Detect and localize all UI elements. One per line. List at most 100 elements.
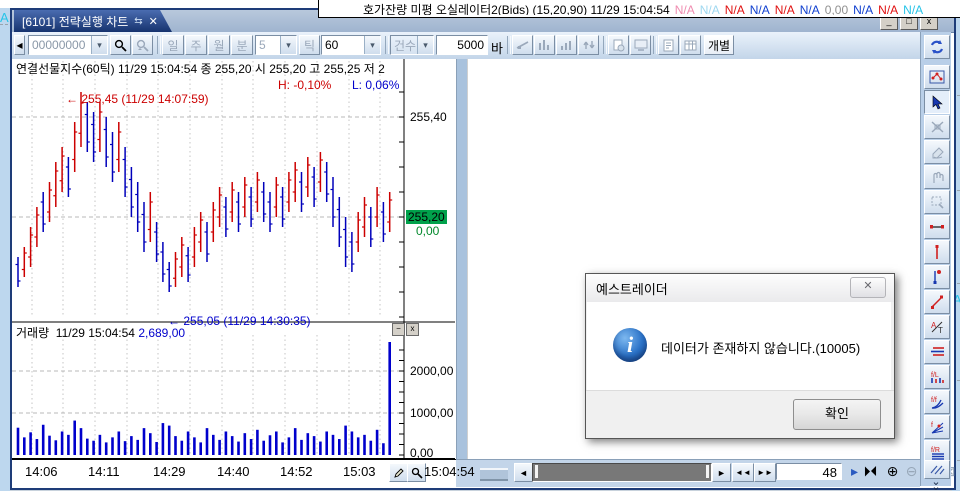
time-axis-label: 14:11 bbox=[88, 464, 120, 479]
chevron-down-icon[interactable]: ▾ bbox=[91, 36, 107, 54]
low-percent-label: L: 0,06% bbox=[352, 78, 399, 92]
report-button[interactable] bbox=[658, 35, 679, 55]
step-forward-icon[interactable]: ▸ bbox=[846, 464, 863, 480]
tab-close-icon[interactable]: ✕ bbox=[149, 15, 158, 28]
indicator-value: N/A bbox=[675, 3, 695, 15]
high-annotation-text: 255,45 (11/29 14:07:59) bbox=[81, 92, 208, 106]
draw-tool-icon bbox=[516, 39, 530, 51]
collapse-left-button[interactable]: ◂ bbox=[14, 35, 25, 55]
eraser-off-icon bbox=[930, 145, 945, 159]
trendline-icon bbox=[929, 222, 945, 232]
indicator-label: 호가잔량 미평 오실레이터2(Bids) (15,20,90) 11/29 15… bbox=[363, 3, 670, 15]
scrollbar-track[interactable] bbox=[532, 463, 712, 482]
toolbar-separator bbox=[653, 36, 657, 54]
price-volume-chart-pane: 연결선물지수(60틱) 11/29 15:04:54 종 255,20 시 25… bbox=[12, 59, 456, 486]
period-week-button[interactable]: 주 bbox=[185, 35, 207, 55]
chevron-down-icon[interactable]: ▾ bbox=[417, 36, 433, 54]
dialog-close-button[interactable]: ✕ bbox=[850, 277, 886, 298]
price-axis-label: 255,40 bbox=[410, 110, 447, 124]
period-month-button[interactable]: 월 bbox=[208, 35, 230, 55]
scroll-right-button[interactable]: ► bbox=[712, 463, 731, 482]
dialog-titlebar[interactable]: 예스트레이더 bbox=[586, 274, 894, 302]
individual-button[interactable]: 개별 bbox=[704, 35, 734, 55]
cursor-tool-button[interactable] bbox=[924, 90, 950, 114]
toolbar-separator bbox=[385, 36, 389, 54]
sidebar-scroll-down-chevron[interactable]: ⌄⌄ bbox=[929, 480, 943, 490]
region-zoom-button[interactable] bbox=[924, 190, 950, 214]
anchored-line-tool-button[interactable] bbox=[924, 265, 950, 289]
search-prev-button[interactable] bbox=[132, 35, 153, 55]
current-price-badge: 255,20 bbox=[406, 210, 447, 224]
svg-text:f/R: f/R bbox=[931, 447, 940, 454]
count-mode-combo[interactable]: 건수 ▾ bbox=[390, 35, 434, 55]
message-dialog: 예스트레이더 ✕ i 데이터가 존재하지 않습니다.(10005) 확인 bbox=[585, 273, 895, 439]
splitter-grip[interactable] bbox=[480, 468, 508, 481]
rewind-button[interactable]: ◄◄ bbox=[732, 463, 754, 482]
trading-app-screen: 호가잔량 미평 오실레이터2(Bids) (15,20,90) 11/29 15… bbox=[0, 0, 960, 491]
bar-count-input[interactable]: 5000 bbox=[436, 35, 488, 55]
fib-channel-tool-button[interactable]: f/f bbox=[924, 390, 950, 414]
svg-text:A: A bbox=[931, 321, 937, 330]
zoom-in-button[interactable]: ⊕ bbox=[884, 464, 901, 480]
fib-fan-tool-button[interactable]: f bbox=[924, 415, 950, 439]
scroll-left-button[interactable]: ◄ bbox=[514, 463, 533, 482]
svg-text:f: f bbox=[931, 422, 933, 429]
bottom-scroll-bar: ◄ ► ◄◄ ►► 48 ▸ ⏵⏴ ⊕ ⊖ ⊞ ⊠ bbox=[456, 459, 920, 487]
period-day-button[interactable]: 일 bbox=[162, 35, 184, 55]
text-tool-button[interactable]: AT bbox=[924, 315, 950, 339]
zoom-out-button[interactable]: ⊖ bbox=[903, 464, 920, 480]
indicator-value: N/A bbox=[775, 3, 795, 15]
chart-canvas[interactable] bbox=[12, 59, 456, 459]
tick-button[interactable]: 틱 bbox=[299, 35, 320, 55]
eraser-tool-button[interactable] bbox=[924, 140, 950, 164]
ok-button[interactable]: 확인 bbox=[793, 399, 881, 430]
minute-combo[interactable]: 5 ▾ bbox=[255, 35, 297, 55]
crosshair-off-icon bbox=[930, 120, 945, 134]
sort-arrows-icon bbox=[582, 39, 596, 51]
fast-forward-button[interactable]: ►► bbox=[754, 463, 776, 482]
crosshair-tool-button[interactable] bbox=[924, 115, 950, 139]
search-icon bbox=[114, 39, 127, 52]
fib-lines-tool-button[interactable]: f/L bbox=[924, 365, 950, 389]
text-tool-icon: AT bbox=[930, 320, 945, 334]
trendline-tool-button[interactable] bbox=[924, 215, 950, 239]
volume-axis-label: 0,00 bbox=[410, 446, 433, 460]
chevron-down-icon[interactable]: ▾ bbox=[364, 36, 380, 54]
copy-chart-button[interactable] bbox=[608, 35, 629, 55]
table-view-button[interactable] bbox=[680, 35, 701, 55]
visible-bars-input[interactable]: 48 bbox=[776, 463, 842, 480]
tick-count-combo[interactable]: 60 ▾ bbox=[321, 35, 381, 55]
cursor-icon bbox=[930, 95, 944, 110]
go-to-end-icon[interactable]: ⏵⏴ bbox=[862, 464, 879, 480]
annotate-button[interactable] bbox=[389, 463, 408, 482]
tab-strategy-chart[interactable]: [6101] 전략실행 차트 ⇆ ✕ bbox=[14, 10, 172, 32]
time-axis-label: 14:29 bbox=[153, 464, 186, 479]
pane-close-button[interactable]: x bbox=[406, 323, 419, 336]
low-annotation-text: 255,05 (11/29 14:30:35) bbox=[183, 314, 310, 328]
bar-chart-button[interactable] bbox=[556, 35, 577, 55]
period-minute-button[interactable]: 분 bbox=[231, 35, 253, 55]
hand-tool-button[interactable] bbox=[924, 165, 950, 189]
svg-text:T: T bbox=[938, 326, 943, 334]
time-axis-row: 14:0614:1114:2914:4014:5215:03 15:04:54 bbox=[12, 459, 456, 487]
volume-chart-button[interactable] bbox=[534, 35, 555, 55]
sort-arrows-button[interactable] bbox=[578, 35, 599, 55]
refresh-button[interactable] bbox=[924, 35, 950, 59]
indicator-value: 0,00 bbox=[825, 3, 848, 15]
vertical-line-tool-button[interactable] bbox=[924, 240, 950, 264]
pane-minimize-button[interactable]: − bbox=[392, 323, 405, 336]
pattern-grid-button[interactable] bbox=[924, 65, 950, 89]
symbol-combo[interactable]: 00000000 ▾ bbox=[28, 35, 108, 55]
diagonal-line-tool-button[interactable] bbox=[924, 290, 950, 314]
parallel-lines-tool-button[interactable] bbox=[924, 340, 950, 364]
symbol-value: 00000000 bbox=[29, 38, 91, 52]
price-pane-header: 연결선물지수(60틱) 11/29 15:04:54 종 255,20 시 25… bbox=[16, 60, 404, 77]
draw-tool-button[interactable] bbox=[512, 35, 533, 55]
scrollbar-thumb[interactable] bbox=[535, 465, 538, 478]
chevron-down-icon[interactable]: ▾ bbox=[280, 36, 296, 54]
pattern-grid-icon bbox=[929, 70, 945, 84]
screen-capture-button[interactable] bbox=[630, 35, 651, 55]
scrollbar-thumb[interactable] bbox=[706, 465, 709, 478]
indicator-value: N/A bbox=[750, 3, 770, 15]
search-symbol-button[interactable] bbox=[110, 35, 131, 55]
